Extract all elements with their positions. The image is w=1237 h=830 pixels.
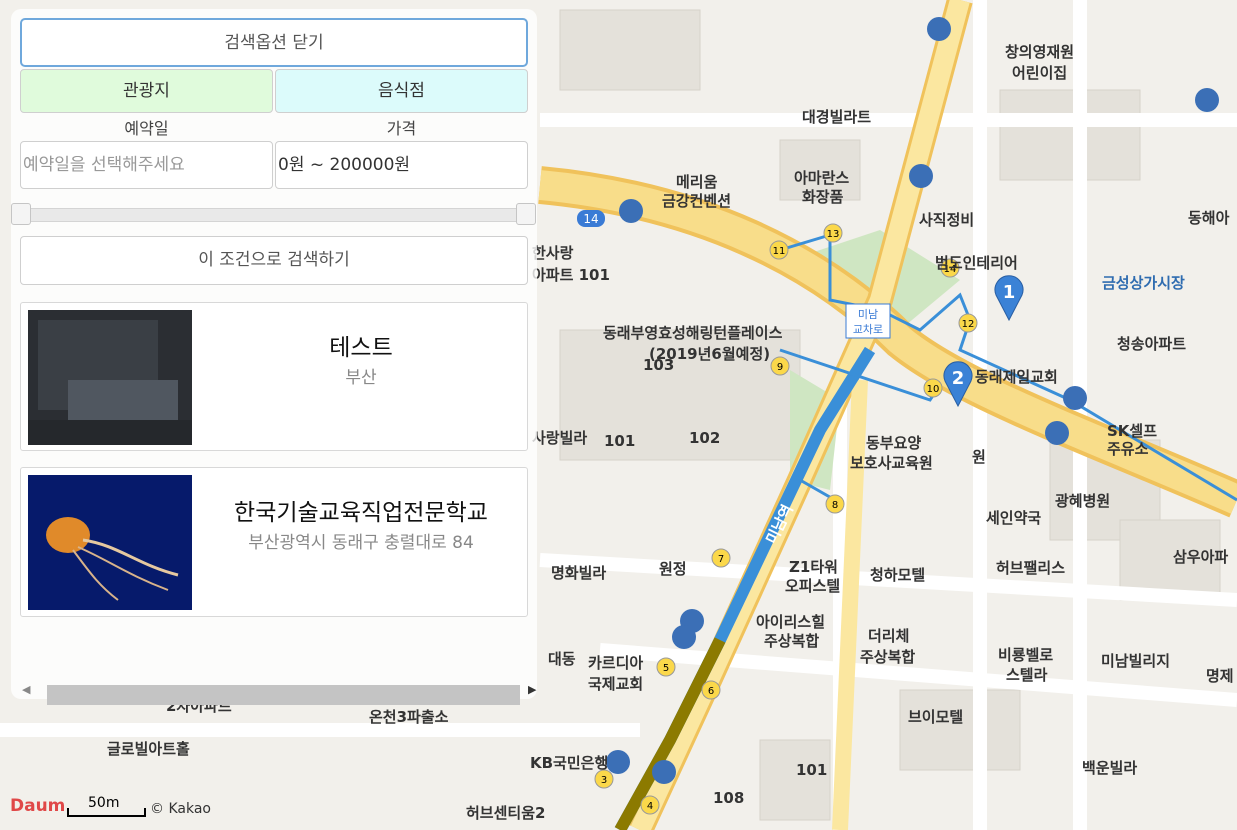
svg-text:보호사교육원: 보호사교육원 xyxy=(850,454,933,472)
svg-text:9: 9 xyxy=(777,362,783,373)
svg-text:KB국민은행: KB국민은행 xyxy=(530,754,608,772)
svg-text:101: 101 xyxy=(796,761,827,779)
svg-text:사랑빌라: 사랑빌라 xyxy=(532,429,587,447)
svg-text:108: 108 xyxy=(713,789,744,807)
svg-text:Z1타워: Z1타워 xyxy=(789,558,838,576)
svg-text:원: 원 xyxy=(972,448,986,466)
svg-text:명제: 명제 xyxy=(1206,667,1234,685)
svg-text:SK셀프: SK셀프 xyxy=(1107,422,1157,440)
svg-text:4: 4 xyxy=(647,801,653,812)
reservation-date-input[interactable]: 예약일을 선택해주세요 xyxy=(20,141,273,189)
result-card[interactable]: 테스트 부산 xyxy=(20,302,528,451)
svg-text:금강컨벤션: 금강컨벤션 xyxy=(662,192,731,210)
category-tour-button[interactable]: 관광지 xyxy=(20,69,273,113)
result-title: 테스트 xyxy=(329,335,393,361)
svg-text:삼우아파: 삼우아파 xyxy=(1173,548,1228,566)
svg-text:한사랑: 한사랑 xyxy=(532,244,574,262)
svg-text:온천3파출소: 온천3파출소 xyxy=(369,708,449,726)
svg-text:글로빌아트홀: 글로빌아트홀 xyxy=(107,740,190,758)
horizontal-scrollbar[interactable]: ◀ ▶ xyxy=(22,675,537,705)
svg-text:7: 7 xyxy=(718,554,724,565)
result-thumbnail xyxy=(28,310,192,445)
svg-text:광혜병원: 광혜병원 xyxy=(1055,492,1110,510)
svg-text:미남빌리지: 미남빌리지 xyxy=(1101,652,1170,670)
map-scale: 50m xyxy=(88,795,119,811)
svg-text:11: 11 xyxy=(773,246,786,257)
svg-text:화장품: 화장품 xyxy=(802,188,844,206)
svg-text:청하모텔: 청하모텔 xyxy=(870,566,925,584)
price-slider-min-handle[interactable] xyxy=(11,203,31,225)
result-title: 한국기술교육직업전문학교 xyxy=(234,500,488,526)
svg-text:대동: 대동 xyxy=(548,650,576,668)
svg-text:창의영재원: 창의영재원 xyxy=(1005,43,1074,61)
svg-text:청송아파트: 청송아파트 xyxy=(1117,335,1186,353)
svg-text:12: 12 xyxy=(962,319,975,330)
svg-text:동래부영효성해링턴플레이스: 동래부영효성해링턴플레이스 xyxy=(603,324,783,342)
scroll-right-icon[interactable]: ▶ xyxy=(528,683,536,696)
svg-text:10: 10 xyxy=(927,384,940,395)
svg-text:3: 3 xyxy=(601,775,607,786)
svg-text:5: 5 xyxy=(663,663,669,674)
category-food-button[interactable]: 음식점 xyxy=(275,69,528,113)
svg-text:카르디아: 카르디아 xyxy=(588,654,643,672)
price-caption: 가격 xyxy=(386,119,417,138)
road-number-label: 14 xyxy=(583,212,598,226)
svg-text:아파트 101: 아파트 101 xyxy=(532,266,610,284)
svg-text:미남: 미남 xyxy=(858,308,878,321)
result-card[interactable]: 한국기술교육직업전문학교 부산광역시 동래구 충렬대로 84 xyxy=(20,467,528,617)
svg-text:더리체: 더리체 xyxy=(868,627,909,645)
svg-text:동부요양: 동부요양 xyxy=(866,434,921,452)
price-slider-max-handle[interactable] xyxy=(516,203,536,225)
svg-text:오피스텔: 오피스텔 xyxy=(785,577,840,595)
svg-text:세인약국: 세인약국 xyxy=(986,509,1041,527)
svg-text:명화빌라: 명화빌라 xyxy=(551,564,606,582)
result-thumbnail xyxy=(28,475,192,610)
svg-text:비룡벨로: 비룡벨로 xyxy=(998,646,1053,664)
scrollbar-thumb[interactable] xyxy=(47,685,520,705)
svg-text:어린이집: 어린이집 xyxy=(1012,64,1067,82)
svg-text:금성상가시장: 금성상가시장 xyxy=(1102,274,1185,292)
svg-text:아마란스: 아마란스 xyxy=(794,169,849,187)
svg-text:101: 101 xyxy=(604,432,635,450)
svg-text:백운빌라: 백운빌라 xyxy=(1082,759,1137,777)
search-with-conditions-button[interactable]: 이 조건으로 검색하기 xyxy=(20,236,528,285)
daum-logo: Daum xyxy=(10,796,65,816)
svg-text:1: 1 xyxy=(1003,282,1016,303)
svg-text:범도인테리어: 범도인테리어 xyxy=(935,254,1018,272)
svg-text:102: 102 xyxy=(689,429,720,447)
svg-text:교차로: 교차로 xyxy=(853,323,883,336)
scroll-left-icon[interactable]: ◀ xyxy=(22,683,30,696)
svg-text:사직정비: 사직정비 xyxy=(919,211,974,229)
svg-text:허브센티움2: 허브센티움2 xyxy=(466,804,545,822)
svg-text:국제교회: 국제교회 xyxy=(588,675,643,693)
map-copyright: © Kakao xyxy=(150,801,211,817)
svg-text:주유소: 주유소 xyxy=(1107,440,1149,458)
price-range-input[interactable]: 0원 ~ 200000원 xyxy=(275,141,528,189)
svg-text:대경빌라트: 대경빌라트 xyxy=(802,108,871,126)
result-subtitle: 부산광역시 동래구 충렬대로 84 xyxy=(248,533,474,553)
svg-text:주상복합: 주상복합 xyxy=(764,632,819,650)
svg-text:동해아: 동해아 xyxy=(1188,209,1230,227)
svg-text:13: 13 xyxy=(827,229,840,240)
reservation-date-caption: 예약일 xyxy=(124,119,169,138)
svg-text:스텔라: 스텔라 xyxy=(1006,666,1048,684)
svg-text:8: 8 xyxy=(832,500,838,511)
svg-text:허브팰리스: 허브팰리스 xyxy=(996,559,1065,577)
search-panel: 검색옵션 닫기 관광지 음식점 예약일 가격 예약일을 선택해주세요 0원 ~ … xyxy=(11,9,537,705)
svg-text:6: 6 xyxy=(708,686,714,697)
price-range-slider[interactable] xyxy=(18,208,530,222)
svg-text:2: 2 xyxy=(952,368,965,389)
svg-text:동래제일교회: 동래제일교회 xyxy=(975,368,1058,386)
svg-text:아이리스힐: 아이리스힐 xyxy=(756,613,825,631)
result-subtitle: 부산 xyxy=(345,368,377,388)
svg-text:원정: 원정 xyxy=(659,560,687,578)
svg-text:103: 103 xyxy=(643,356,674,374)
svg-text:브이모텔: 브이모텔 xyxy=(908,708,963,726)
close-search-options-button[interactable]: 검색옵션 닫기 xyxy=(20,18,528,67)
svg-text:메리움: 메리움 xyxy=(676,173,718,191)
svg-text:주상복합: 주상복합 xyxy=(860,648,915,666)
